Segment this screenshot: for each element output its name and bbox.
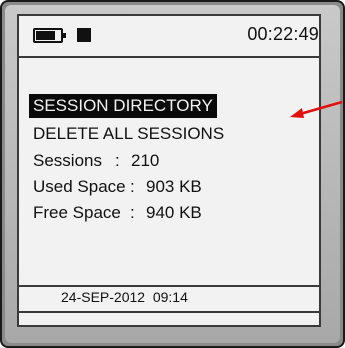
battery-tip xyxy=(63,33,66,38)
free-space-label: Free Space xyxy=(33,203,121,222)
used-space-row: Used Space:903 KB xyxy=(33,176,202,198)
footer-datetime: 24-SEP-2012 09:14 xyxy=(61,289,188,305)
sessions-label: Sessions xyxy=(33,151,102,170)
free-space-row: Free Space:940 KB xyxy=(33,202,202,224)
footer-bar: 24-SEP-2012 09:14 xyxy=(19,285,319,313)
menu-item-session-directory[interactable]: SESSION DIRECTORY xyxy=(29,94,217,118)
used-space-value: 903 KB xyxy=(146,177,202,196)
used-space-sep: : xyxy=(130,177,135,196)
clock: 00:22:49 xyxy=(247,24,319,44)
used-space-label: Used Space xyxy=(33,177,126,196)
battery-fill xyxy=(36,31,55,40)
storage-icon xyxy=(77,28,91,42)
status-bar: 00:22:49 xyxy=(19,16,319,58)
device-screen: 00:22:49 SESSION DIRECTORY DELETE ALL SE… xyxy=(17,14,321,327)
menu-item-delete-all-sessions[interactable]: DELETE ALL SESSIONS xyxy=(29,122,228,146)
sessions-value: 210 xyxy=(131,151,160,170)
sessions-sep: : xyxy=(115,151,120,170)
free-space-value: 940 KB xyxy=(146,203,202,222)
free-space-sep: : xyxy=(130,203,135,222)
sessions-row: Sessions:210 xyxy=(33,150,159,172)
annotation-arrow-icon xyxy=(290,100,343,118)
battery-icon xyxy=(33,28,66,43)
arrow-head xyxy=(290,108,304,118)
arrow-shaft xyxy=(299,100,343,116)
